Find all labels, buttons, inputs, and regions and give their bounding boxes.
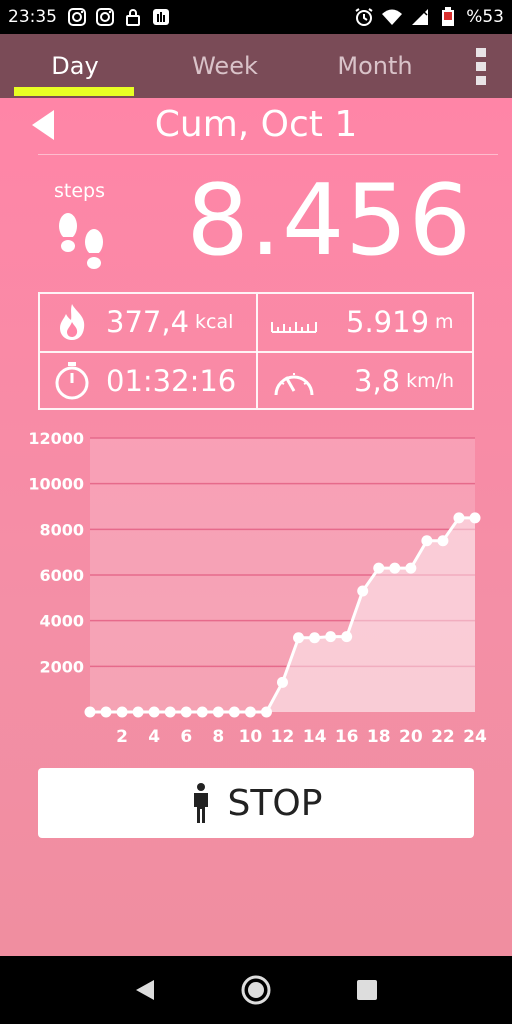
distance-value: 5.919 xyxy=(346,305,430,339)
chart-data-point xyxy=(469,512,481,524)
chart-data-point xyxy=(212,706,224,718)
speed-stat: 3,8 km/h xyxy=(270,353,454,409)
speed-value: 3,8 xyxy=(354,364,401,398)
chart-x-tick-label: 2 xyxy=(116,727,128,747)
chart-data-point xyxy=(389,562,401,574)
tab-day[interactable]: Day xyxy=(0,34,150,98)
chart-data-point xyxy=(132,706,144,718)
divider xyxy=(38,154,498,155)
status-bar: 23:35 %53 xyxy=(0,0,512,34)
chart-data-point xyxy=(196,706,208,718)
distance-stat: 5.919 m xyxy=(270,294,454,350)
chart-x-tick-label: 8 xyxy=(212,727,224,747)
chart-data-point xyxy=(405,562,417,574)
chart-data-point xyxy=(373,562,385,574)
steps-count: 8.456 xyxy=(186,164,472,278)
tab-week[interactable]: Week xyxy=(150,34,300,98)
calories-value: 377,4 xyxy=(106,305,190,339)
stop-button[interactable]: STOP xyxy=(38,768,474,838)
chart-x-tick-label: 20 xyxy=(399,727,423,747)
chart-data-point xyxy=(453,512,465,524)
chart-data-point xyxy=(341,631,353,643)
main-content: Cum, Oct 1 steps 8.456 377,4 kcal 5.919 … xyxy=(0,98,512,956)
chart-data-point xyxy=(148,706,160,718)
instagram-icon xyxy=(96,8,114,26)
chart-x-tick-label: 4 xyxy=(148,727,160,747)
chart-y-tick-label: 12000 xyxy=(28,429,84,448)
chart-data-point xyxy=(357,585,369,597)
chart-data-point xyxy=(116,706,128,718)
recents-square-icon xyxy=(356,980,377,1000)
chart-y-tick-label: 6000 xyxy=(39,566,84,585)
steps-chart: 200040006000800010000120002 4 6 8 10 12 14 16 18… xyxy=(28,429,487,747)
home-nav-button[interactable] xyxy=(236,970,276,1010)
tab-day-label: Day xyxy=(51,52,99,80)
chart-y-tick-label: 2000 xyxy=(39,657,84,676)
footprints-icon xyxy=(58,213,104,269)
home-circle-icon xyxy=(241,975,271,1005)
chart-x-tick-label: 22 xyxy=(431,727,455,747)
chart-x-tick-label: 14 xyxy=(303,727,327,747)
chart-data-point xyxy=(180,706,192,718)
date-row: Cum, Oct 1 xyxy=(0,98,512,154)
fire-icon xyxy=(60,304,85,340)
chart-x-tick-label: 24 xyxy=(463,727,487,747)
chart-x-tick-label: 16 xyxy=(335,727,359,747)
stats-grid: 377,4 kcal 5.919 m 01:32:16 3,8 km/h xyxy=(38,292,474,410)
chart-x-tick-label: 10 xyxy=(239,727,263,747)
chart-data-point xyxy=(244,706,256,718)
chart-y-tick-label: 10000 xyxy=(28,475,84,494)
stop-button-label: STOP xyxy=(227,782,323,824)
instagram-icon xyxy=(68,8,86,26)
tab-month-label: Month xyxy=(337,52,413,80)
chart-data-point xyxy=(325,631,337,643)
chart-y-tick-label: 4000 xyxy=(39,612,84,631)
tab-bar: Day Week Month xyxy=(0,34,512,98)
chart-x-tick-label: 18 xyxy=(367,727,391,747)
chart-x-tick-label: 6 xyxy=(180,727,192,747)
recents-nav-button[interactable] xyxy=(347,970,387,1010)
navigation-bar xyxy=(0,956,512,1024)
calories-unit: kcal xyxy=(195,311,234,333)
chart-data-point xyxy=(421,535,433,547)
stopwatch-icon xyxy=(55,362,89,400)
tab-week-label: Week xyxy=(192,52,258,80)
ruler-icon xyxy=(271,322,317,333)
steps-label: steps xyxy=(54,180,105,202)
back-nav-button[interactable] xyxy=(125,970,165,1010)
chart-data-point xyxy=(293,632,305,644)
back-triangle-icon xyxy=(136,980,155,1000)
person-icon xyxy=(193,783,208,823)
signal-icon xyxy=(412,9,429,25)
alarm-icon xyxy=(355,8,373,26)
distance-unit: m xyxy=(435,311,454,333)
system-icons: %53 xyxy=(354,7,504,27)
notification-icons xyxy=(67,7,171,27)
duration-value: 01:32:16 xyxy=(106,364,237,398)
duration-stat: 01:32:16 xyxy=(52,353,236,409)
speed-unit: km/h xyxy=(406,370,455,392)
chart-x-tick-label: 12 xyxy=(271,727,295,747)
chart-data-point xyxy=(100,706,112,718)
lock-icon xyxy=(126,9,140,26)
chart-data-point xyxy=(437,535,449,547)
chart-data-point xyxy=(309,632,321,644)
chart-data-point xyxy=(164,706,176,718)
active-tab-indicator xyxy=(14,87,134,96)
speedometer-icon xyxy=(274,373,314,396)
battery-icon xyxy=(442,7,455,26)
hand-icon xyxy=(153,9,169,25)
chart-data-point xyxy=(228,706,240,718)
chart-data-point xyxy=(277,676,288,688)
overflow-menu-icon[interactable] xyxy=(450,34,512,98)
status-time: 23:35 xyxy=(8,7,57,27)
battery-level: %53 xyxy=(466,7,504,27)
chart-data-point xyxy=(260,706,272,718)
chart-data-point xyxy=(84,706,96,718)
tab-month[interactable]: Month xyxy=(300,34,450,98)
wifi-icon xyxy=(382,9,403,25)
date-title: Cum, Oct 1 xyxy=(154,104,358,145)
chart-y-tick-label: 8000 xyxy=(39,520,84,539)
calories-stat: 377,4 kcal xyxy=(52,294,233,350)
